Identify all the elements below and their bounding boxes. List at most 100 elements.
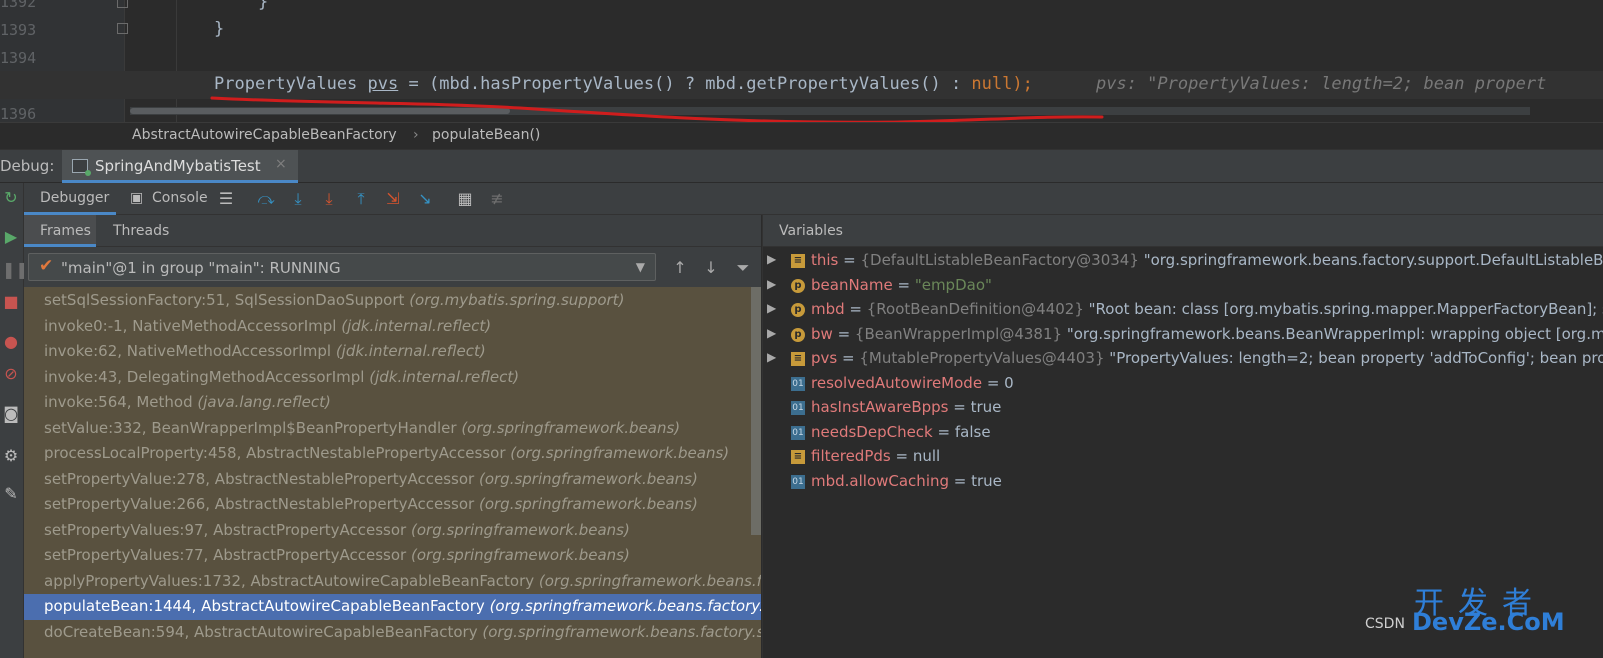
run-to-cursor-icon[interactable]: ↘ — [415, 189, 435, 209]
variable-name: filteredPds — [811, 447, 891, 465]
rerun-icon[interactable]: ↻ — [2, 189, 20, 207]
stop-icon[interactable]: ■ — [2, 293, 20, 311]
variable-row[interactable]: ≡ filteredPds = null — [763, 445, 1603, 470]
step-into-icon[interactable]: ⤓ — [319, 189, 339, 209]
frames-threads-tabs: Frames Threads — [24, 215, 761, 247]
equals-sign: = — [837, 349, 860, 367]
tab-frames[interactable]: Frames — [24, 215, 96, 247]
equals-sign: = — [949, 471, 972, 490]
frame-row[interactable]: applyPropertyValues:1732, AbstractAutowi… — [24, 569, 761, 595]
variable-content: pvs = {MutablePropertyValues@4403} "Prop… — [811, 349, 1603, 367]
variable-value: true — [971, 471, 1002, 490]
frame-row[interactable]: invoke:43, DelegatingMethodAccessorImpl … — [24, 365, 761, 391]
frame-method: applyPropertyValues:1732, AbstractAutowi… — [44, 571, 535, 590]
frame-row[interactable]: doCreateBean:594, AbstractAutowireCapabl… — [24, 620, 761, 646]
primitive-icon: 01 — [791, 425, 805, 440]
run-config-tab[interactable]: SpringAndMybatisTest × — [62, 150, 298, 183]
variable-row[interactable]: ▶ p bw = {BeanWrapperImpl@4381} "org.sprin… — [763, 323, 1603, 348]
view-breakpoints-icon[interactable]: ● — [2, 333, 20, 351]
expand-arrow-icon[interactable]: ▶ — [767, 252, 776, 266]
layout-menu-icon[interactable]: ☰ — [216, 189, 236, 209]
thread-selector[interactable]: ✔ "main"@1 in group "main": RUNNING ▼ — [28, 253, 656, 281]
tab-console-label: Console — [152, 190, 208, 206]
frame-method: processLocalProperty:458, AbstractNestab… — [44, 444, 506, 462]
frame-row[interactable]: setSqlSessionFactory:51, SqlSessionDaoSu… — [24, 288, 761, 314]
evaluate-expression-icon[interactable]: ▦ — [455, 189, 475, 209]
mute-breakpoints-icon[interactable]: ⊘ — [2, 365, 20, 383]
frame-row[interactable]: setPropertyValues:77, AbstractPropertyAc… — [24, 543, 761, 569]
variable-row[interactable]: 01 mbd.allowCaching = true — [763, 470, 1603, 495]
field-icon: ≡ — [791, 254, 805, 268]
frame-method: setPropertyValue:266, AbstractNestablePr… — [44, 495, 475, 513]
expand-arrow-icon[interactable]: ▶ — [767, 350, 776, 364]
frame-package: (jdk.internal.reflect) — [369, 367, 520, 386]
camera-icon[interactable]: ◙ — [2, 405, 20, 423]
frame-package: (java.lang.reflect) — [197, 393, 331, 411]
tab-debugger-label: Debugger — [40, 190, 110, 206]
frame-row[interactable]: invoke0:-1, NativeMethodAccessorImpl (jd… — [24, 314, 761, 340]
frame-label: setPropertyValue:266, AbstractNestablePr… — [44, 495, 698, 513]
variable-row[interactable]: ▶ ≡ this = {DefaultListableBeanFactory@303… — [763, 249, 1603, 274]
frame-row[interactable]: invoke:564, Method (java.lang.reflect) — [24, 390, 761, 416]
trace-stream-icon[interactable]: ≢ — [487, 189, 507, 209]
primitive-icon: 01 — [791, 401, 805, 415]
variable-content: needsDepCheck = false — [811, 423, 991, 441]
frame-package: (jdk.internal.reflect) — [341, 316, 492, 335]
next-frame-icon[interactable]: ↓ — [700, 259, 722, 277]
tab-console[interactable]: ▣ Console — [124, 183, 214, 215]
variable-value: "Root bean: class [org.mybatis.spring.ma… — [1088, 300, 1603, 318]
frame-package: (org.springframework.beans) — [478, 469, 698, 488]
variable-type: {DefaultListableBeanFactory@3034} — [860, 251, 1139, 269]
pause-icon[interactable]: ❚❚ — [2, 261, 29, 279]
frame-row[interactable]: setValue:332, BeanWrapperImpl$BeanProper… — [24, 416, 761, 442]
frame-method: setPropertyValue:278, AbstractNestablePr… — [44, 469, 475, 488]
frame-label: populateBean:1444, AbstractAutowireCapab… — [44, 597, 761, 615]
resume-icon[interactable]: ▶ — [2, 228, 20, 246]
frame-method: setPropertyValues:97, AbstractPropertyAc… — [44, 520, 407, 539]
code-editor[interactable]: 1392 1393 1394 1395 1396 } } PropertyVal… — [0, 0, 1603, 122]
pin-icon[interactable]: ✎ — [2, 485, 20, 503]
variable-row[interactable]: ▶ p mbd = {RootBeanDefinition@4402} "Root … — [763, 298, 1603, 323]
close-icon[interactable]: × — [275, 156, 287, 172]
red-underline-annotation — [210, 96, 1104, 122]
frame-row[interactable]: populateBean:1444, AbstractAutowireCapab… — [24, 594, 761, 620]
frame-method: invoke0:-1, NativeMethodAccessorImpl — [44, 316, 337, 335]
console-icon: ▣ — [130, 190, 144, 206]
frame-row[interactable]: processLocalProperty:458, AbstractNestab… — [24, 441, 761, 467]
breadcrumb-method[interactable]: populateBean() — [432, 127, 540, 143]
breadcrumb-class[interactable]: AbstractAutowireCapableBeanFactory — [132, 127, 397, 143]
field-icon: ≡ — [791, 352, 805, 366]
field-icon: ≡ — [791, 450, 805, 464]
frame-row[interactable]: setPropertyValues:97, AbstractPropertyAc… — [24, 518, 761, 544]
frames-list[interactable]: setSqlSessionFactory:51, SqlSessionDaoSu… — [24, 287, 761, 658]
drop-frame-icon[interactable]: ⇲ — [383, 189, 403, 209]
frame-row[interactable]: setPropertyValue:266, AbstractNestablePr… — [24, 492, 761, 518]
variable-row[interactable]: 01 resolvedAutowireMode = 0 — [763, 372, 1603, 397]
previous-frame-icon[interactable]: ↑ — [669, 259, 691, 277]
expand-arrow-icon[interactable]: ▶ — [767, 326, 776, 340]
expand-arrow-icon[interactable]: ▶ — [767, 277, 776, 291]
variables-title: Variables — [779, 223, 843, 239]
frame-row[interactable]: invoke:62, NativeMethodAccessorImpl (jdk… — [24, 339, 761, 365]
frame-method: populateBean:1444, AbstractAutowireCapab… — [44, 597, 485, 615]
tab-frames-label: Frames — [40, 223, 91, 239]
frame-label: invoke:43, DelegatingMethodAccessorImpl … — [44, 368, 519, 386]
variable-row[interactable]: 01 hasInstAwareBpps = true — [763, 396, 1603, 421]
variable-name: hasInstAwareBpps — [811, 398, 949, 416]
variable-row[interactable]: ▶ ≡ pvs = {MutablePropertyValues@4403} "Pr… — [763, 347, 1603, 372]
show-execution-point-icon[interactable]: ⤼ — [256, 189, 276, 209]
step-out-icon[interactable]: ⤒ — [351, 189, 371, 209]
variable-row[interactable]: 01 needsDepCheck = false — [763, 421, 1603, 446]
filter-icon[interactable]: ⏷ — [732, 259, 754, 277]
variable-row[interactable]: ▶ p beanName = "empDao" — [763, 274, 1603, 299]
expand-arrow-icon[interactable]: ▶ — [767, 301, 776, 315]
tab-debugger[interactable]: Debugger — [24, 183, 116, 215]
tab-threads[interactable]: Threads — [104, 215, 176, 247]
frame-row[interactable]: setPropertyValue:278, AbstractNestablePr… — [24, 467, 761, 493]
settings-gear-icon[interactable]: ⚙ — [2, 447, 20, 465]
frame-package: (org.springframework.beans.factory.supp — [489, 597, 761, 615]
variable-content: mbd.allowCaching = true — [811, 472, 1002, 490]
frames-scrollbar[interactable] — [751, 287, 761, 535]
frame-label: applyPropertyValues:1732, AbstractAutowi… — [44, 572, 761, 590]
step-over-icon[interactable]: ⤓ — [288, 189, 308, 209]
